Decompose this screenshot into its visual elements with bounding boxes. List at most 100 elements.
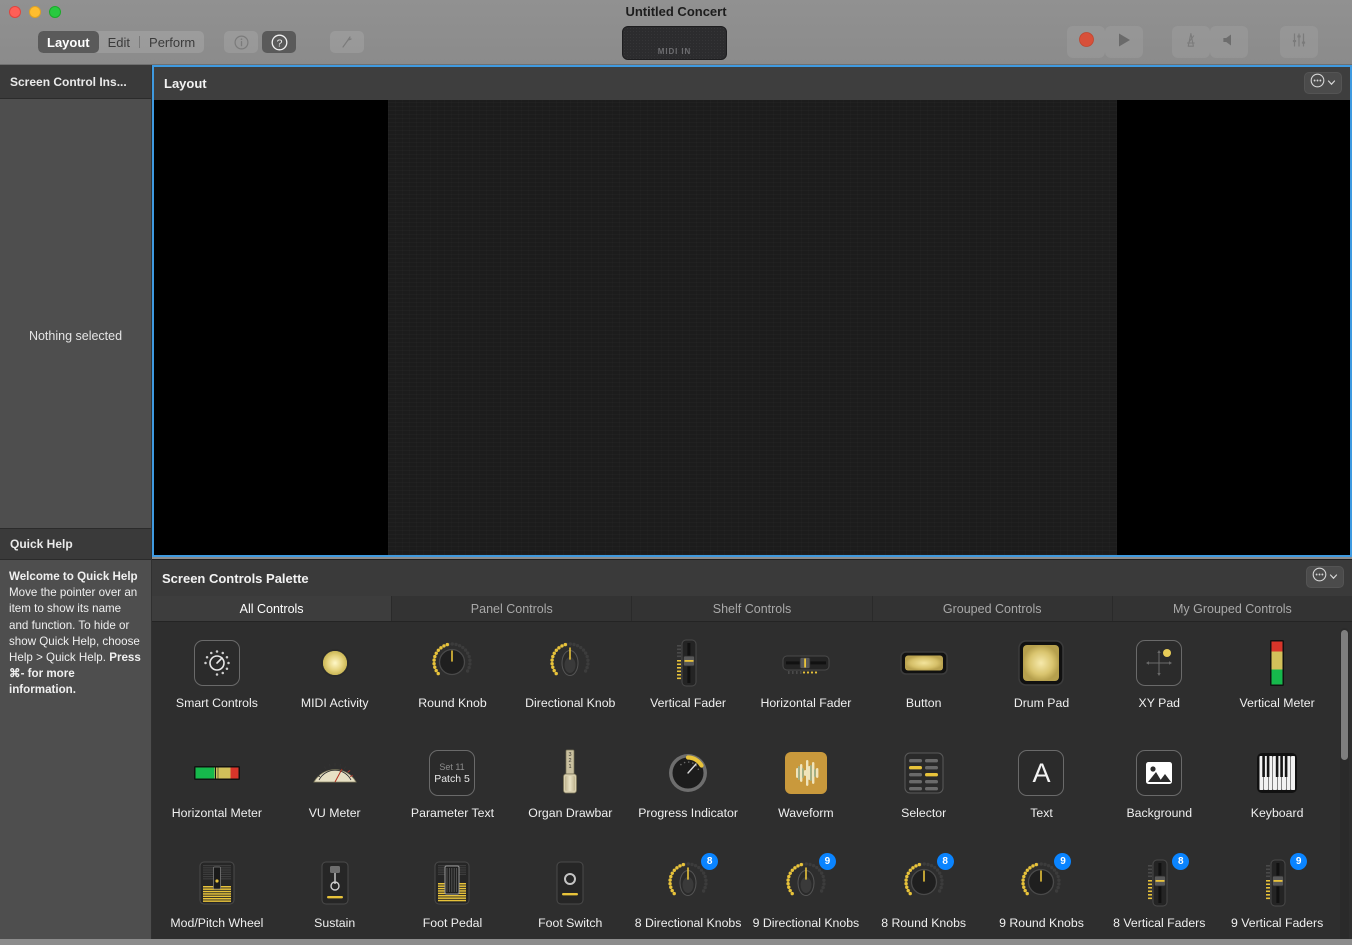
- palette-item[interactable]: 9 9 Vertical Faders: [1218, 851, 1336, 945]
- palette-item[interactable]: Round Knob: [394, 631, 512, 741]
- palette-item[interactable]: Sustain: [276, 851, 394, 945]
- quick-help-heading: Welcome to Quick Help: [9, 570, 138, 583]
- mixer-button[interactable]: [1280, 26, 1318, 58]
- tab-panel-controls[interactable]: Panel Controls: [392, 596, 633, 621]
- palette-item[interactable]: Selector: [865, 741, 983, 851]
- horizontal-meter-icon[interactable]: [191, 747, 243, 799]
- mod-pitch-wheel-icon[interactable]: [191, 857, 243, 909]
- midi-in-label: MIDI IN: [657, 47, 692, 56]
- directional-knob-icon[interactable]: [544, 637, 596, 689]
- palette-item-label: Parameter Text: [410, 806, 495, 820]
- foot-pedal-icon[interactable]: [426, 857, 478, 909]
- palette-item-label: Horizontal Meter: [171, 806, 262, 820]
- progress-indicator-icon[interactable]: [662, 747, 714, 799]
- palette-item-label: VU Meter: [308, 806, 361, 820]
- volume-button[interactable]: [1210, 26, 1248, 58]
- horizontal-fader-icon[interactable]: [780, 637, 832, 689]
- help-icon: ?: [271, 34, 288, 51]
- help-button[interactable]: ?: [262, 31, 296, 53]
- palette-item[interactable]: Keyboard: [1218, 741, 1336, 851]
- sustain-icon[interactable]: [309, 857, 361, 909]
- organ-drawbar-icon[interactable]: 321: [544, 747, 596, 799]
- palette-item[interactable]: VU Meter: [276, 741, 394, 851]
- palette-item[interactable]: Drum Pad: [983, 631, 1101, 741]
- palette-item-label: Organ Drawbar: [528, 806, 613, 820]
- mode-tab-edit[interactable]: Edit: [99, 31, 139, 53]
- tab-grouped-controls[interactable]: Grouped Controls: [873, 596, 1113, 621]
- palette-item[interactable]: Directional Knob: [511, 631, 629, 741]
- info-button[interactable]: [224, 31, 258, 53]
- tab-shelf-controls[interactable]: Shelf Controls: [632, 596, 873, 621]
- palette-item[interactable]: XY Pad: [1100, 631, 1218, 741]
- palette-item[interactable]: Vertical Fader: [629, 631, 747, 741]
- palette-item[interactable]: A Text: [983, 741, 1101, 851]
- metronome-button[interactable]: [1172, 26, 1210, 58]
- waveform-icon[interactable]: [780, 747, 832, 799]
- palette-item-label: Background: [1126, 806, 1193, 820]
- parameter-text-icon[interactable]: Set 11 Patch 5: [426, 747, 478, 799]
- palette-item[interactable]: Horizontal Fader: [747, 631, 865, 741]
- vu-meter-icon[interactable]: [309, 747, 361, 799]
- palette-menu-button[interactable]: [1306, 566, 1344, 588]
- palette-item[interactable]: Horizontal Meter: [158, 741, 276, 851]
- vertical-fader-icon[interactable]: [662, 637, 714, 689]
- tab-my-grouped-controls[interactable]: My Grouped Controls: [1113, 596, 1352, 621]
- palette-item-label: 9 Round Knobs: [999, 916, 1084, 930]
- palette-item[interactable]: 9 9 Directional Knobs: [747, 851, 865, 945]
- mode-tab-layout[interactable]: Layout: [38, 31, 99, 53]
- palette-item[interactable]: 8 8 Round Knobs: [865, 851, 983, 945]
- palette-item[interactable]: Vertical Meter: [1218, 631, 1336, 741]
- directional-knob-icon[interactable]: 9: [780, 853, 836, 909]
- button-icon[interactable]: [898, 637, 950, 689]
- palette-item-label: Smart Controls: [175, 696, 258, 710]
- palette-item[interactable]: 8 8 Vertical Faders: [1100, 851, 1218, 945]
- layout-panel-menu-button[interactable]: [1304, 72, 1342, 94]
- palette-item[interactable]: Progress Indicator: [629, 741, 747, 851]
- palette-item[interactable]: Background: [1100, 741, 1218, 851]
- directional-knob-icon[interactable]: 8: [662, 853, 719, 909]
- palette-item[interactable]: Foot Pedal: [394, 851, 512, 945]
- midi-activity-icon[interactable]: [309, 637, 361, 689]
- palette-scrollbar[interactable]: [1340, 628, 1349, 945]
- palette-item[interactable]: Smart Controls: [158, 631, 276, 741]
- quick-help-header: Quick Help: [0, 528, 151, 560]
- vertical-fader-icon[interactable]: 9: [1251, 853, 1308, 909]
- record-button[interactable]: [1067, 26, 1105, 58]
- palette-item[interactable]: Button: [865, 631, 983, 741]
- palette-item[interactable]: Waveform: [747, 741, 865, 851]
- mode-segmented-control[interactable]: Layout Edit Perform: [38, 31, 205, 53]
- drum-pad-icon[interactable]: [1015, 637, 1067, 689]
- foot-switch-icon[interactable]: [544, 857, 596, 909]
- screen-controls-palette: Screen Controls Palette All Controls Pan…: [152, 559, 1352, 945]
- xy-pad-icon[interactable]: [1133, 637, 1185, 689]
- palette-item[interactable]: 9 9 Round Knobs: [983, 851, 1101, 945]
- palette-item[interactable]: Set 11 Patch 5 Parameter Text: [394, 741, 512, 851]
- tab-all-controls[interactable]: All Controls: [152, 596, 393, 621]
- vertical-fader-icon[interactable]: 8: [1133, 853, 1190, 909]
- title-bar: Untitled Concert Layout Edit Perform ? M…: [0, 0, 1352, 65]
- round-knob-icon[interactable]: [426, 637, 478, 689]
- palette-item[interactable]: MIDI Activity: [276, 631, 394, 741]
- layout-workspace[interactable]: [154, 100, 1350, 555]
- selector-icon[interactable]: [898, 747, 950, 799]
- round-knob-icon[interactable]: 9: [1015, 853, 1072, 909]
- layout-workspace-surface[interactable]: [387, 100, 1117, 555]
- play-button[interactable]: [1105, 26, 1143, 58]
- palette-item[interactable]: Mod/Pitch Wheel: [158, 851, 276, 945]
- round-knob-icon[interactable]: 8: [898, 853, 954, 909]
- keyboard-icon[interactable]: [1251, 747, 1303, 799]
- background-icon[interactable]: [1133, 747, 1185, 799]
- tuner-button[interactable]: [330, 31, 364, 53]
- text-icon[interactable]: A: [1015, 747, 1067, 799]
- smart-controls-icon[interactable]: [191, 637, 243, 689]
- palette-item[interactable]: 321 Organ Drawbar: [511, 741, 629, 851]
- palette-item-label: Mod/Pitch Wheel: [170, 916, 264, 930]
- mode-tab-perform[interactable]: Perform: [140, 31, 204, 53]
- inspector-body: Nothing selected: [0, 99, 151, 528]
- vertical-meter-icon[interactable]: [1251, 637, 1303, 689]
- chevron-down-icon: [1329, 568, 1338, 586]
- palette-item[interactable]: Foot Switch: [511, 851, 629, 945]
- palette-tabs[interactable]: All Controls Panel Controls Shelf Contro…: [152, 596, 1352, 622]
- palette-item[interactable]: 8 8 Directional Knobs: [629, 851, 747, 945]
- palette-scrollbar-thumb[interactable]: [1341, 630, 1348, 760]
